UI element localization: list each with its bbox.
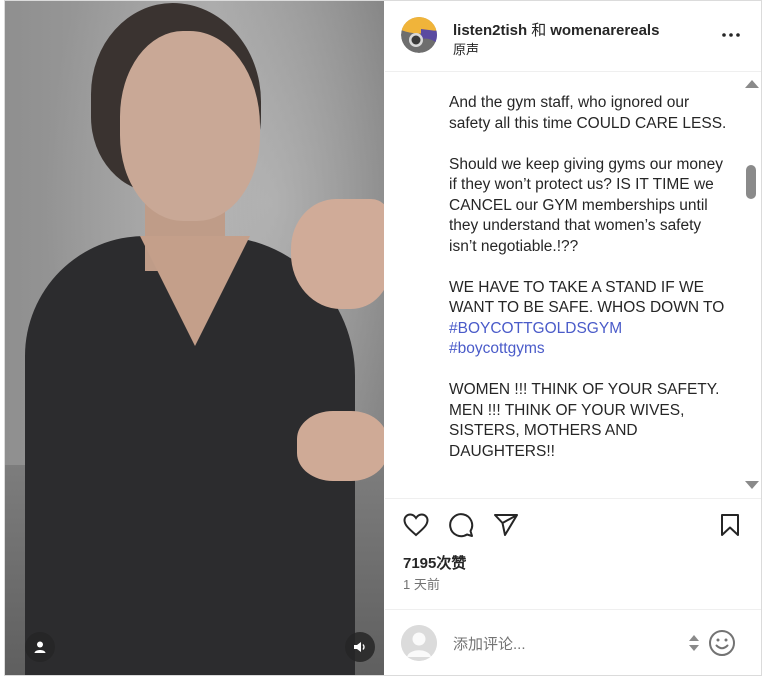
more-options-icon (722, 33, 740, 37)
comment-composer (385, 609, 761, 676)
caption-paragraph: And the gym staff, who ignored our safet… (449, 94, 727, 132)
hashtag-link[interactable]: #BOYCOTTGOLDSGYM (449, 320, 622, 337)
user-tag-button[interactable] (25, 632, 55, 662)
caption-area[interactable]: And the gym staff, who ignored our safet… (385, 73, 761, 497)
emoji-icon (709, 630, 735, 656)
post-side-panel: listen2tish 和 womenarereals 原声 And the gym… (385, 1, 761, 675)
caption-paragraph: WOMEN !!! THINK OF YOUR SAFETY. MEN !!! … (449, 381, 720, 460)
up-down-arrows-icon (689, 635, 699, 651)
video-person-face (120, 31, 260, 221)
comment-input[interactable] (451, 630, 675, 658)
heart-icon (403, 513, 429, 537)
bookmark-icon (721, 514, 739, 536)
sound-toggle-button[interactable] (345, 632, 375, 662)
like-count[interactable]: 7195次赞 (403, 552, 466, 573)
audio-label[interactable]: 原声 (453, 39, 479, 58)
video-person-hand (291, 199, 384, 309)
caption-text: And the gym staff, who ignored our safet… (449, 93, 733, 483)
caption-paragraph: Should we keep giving gyms our money if … (449, 155, 723, 255)
avatar-image (401, 17, 437, 53)
caption-paragraph-text: WE HAVE TO TAKE A STAND IF WE WANT TO BE… (449, 278, 725, 317)
input-resize-stepper[interactable] (687, 630, 701, 656)
save-button[interactable] (716, 511, 744, 539)
post-actions-bar (385, 498, 761, 553)
post-header: listen2tish 和 womenarereals 原声 (385, 1, 761, 72)
author-names: listen2tish 和 womenarereals (453, 19, 659, 40)
comment-button[interactable] (447, 511, 475, 539)
share-icon (494, 514, 518, 536)
current-user-avatar (401, 625, 437, 661)
like-button[interactable] (402, 511, 430, 539)
emoji-button[interactable] (707, 628, 737, 658)
caption-scrollbar[interactable] (741, 73, 761, 497)
caption-paragraph: WE HAVE TO TAKE A STAND IF WE WANT TO BE… (449, 278, 733, 360)
sound-icon (354, 642, 365, 652)
scroll-down-arrow-icon[interactable] (745, 481, 759, 489)
reel-video[interactable] (5, 1, 384, 675)
user-tag-icon (34, 641, 46, 653)
scroll-up-arrow-icon[interactable] (745, 80, 759, 88)
post-timestamp[interactable]: 1 天前 (403, 574, 440, 593)
author-username-2[interactable]: womenarereals (550, 22, 659, 39)
default-avatar-icon (401, 625, 437, 661)
author-username-1[interactable]: listen2tish (453, 22, 527, 39)
more-options-button[interactable] (719, 23, 743, 47)
video-person-vneck (140, 236, 250, 346)
share-button[interactable] (492, 511, 520, 539)
author-separator: 和 (531, 22, 547, 39)
hashtag-link[interactable]: #boycottgyms (449, 340, 545, 357)
scrollbar-thumb[interactable] (746, 165, 756, 199)
comment-icon (449, 513, 474, 538)
video-person-hand (297, 411, 384, 481)
author-avatar[interactable] (401, 17, 437, 53)
